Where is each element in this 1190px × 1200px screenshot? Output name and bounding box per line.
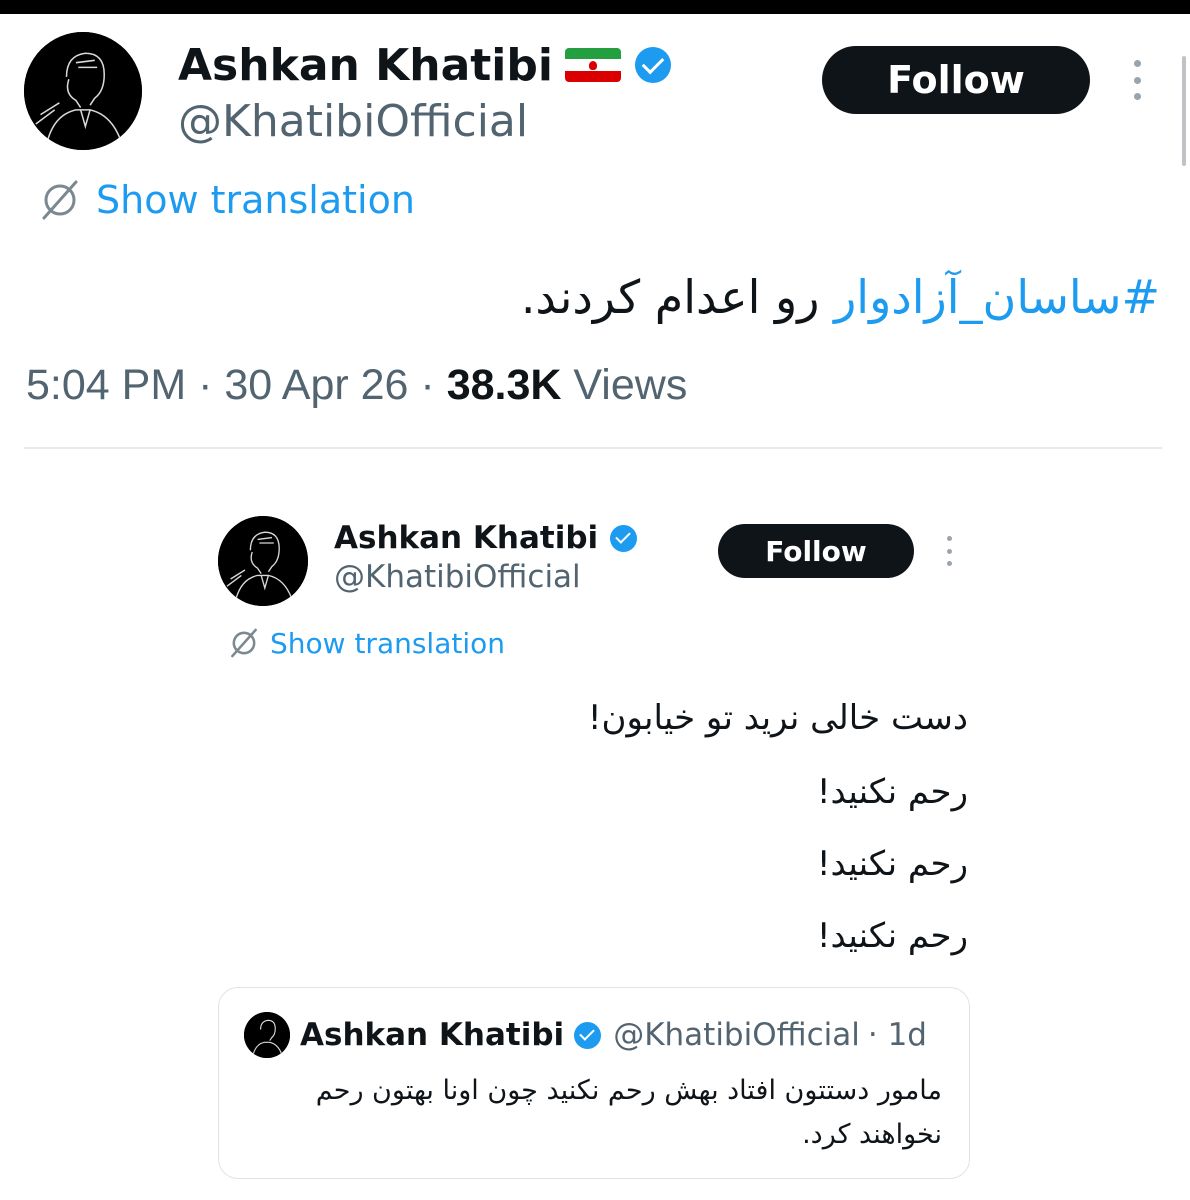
main-tweet-text-rest: رو اعدام کردند. <box>520 270 835 324</box>
translate-icon <box>42 180 78 220</box>
quoted-age: · 1d <box>867 1017 927 1053</box>
main-show-translation-label: Show translation <box>96 178 415 222</box>
embedded-handle[interactable]: @KhatibiOfficial <box>334 559 581 595</box>
main-show-translation-link[interactable]: Show translation <box>38 178 415 222</box>
quoted-text-line-1: مامور دستتون افتاد بهش رحم نکنید چون اون… <box>315 1075 942 1106</box>
embedded-follow-button[interactable]: Follow <box>718 524 914 578</box>
divider <box>24 447 1162 449</box>
quoted-header: Ashkan Khatibi @KhatibiOfficial · 1d <box>300 1014 927 1056</box>
meta-separator: · <box>420 361 435 409</box>
embedded-author-name-text: Ashkan Khatibi <box>334 520 599 556</box>
meta-separator: · <box>198 361 213 409</box>
main-handle[interactable]: @KhatibiOfficial <box>178 96 528 147</box>
main-author-name-text: Ashkan Khatibi <box>178 39 553 91</box>
main-author-name[interactable]: Ashkan Khatibi <box>178 39 671 91</box>
iran-flag-icon <box>564 48 621 82</box>
verified-badge-icon <box>574 1021 602 1049</box>
main-tweet-date[interactable]: 30 Apr 26 <box>224 361 408 409</box>
embedded-line-1: دست خالی نرید تو خیابون! <box>587 698 968 738</box>
translate-icon <box>231 628 257 658</box>
embedded-line-4: رحم نکنید! <box>816 916 968 956</box>
embedded-show-translation-link[interactable]: Show translation <box>228 626 505 660</box>
embedded-line-2: رحم نکنید! <box>816 772 968 812</box>
more-options-icon[interactable] <box>944 536 954 566</box>
main-hashtag-link[interactable]: #ساسان_آزادوار <box>834 270 1160 324</box>
quoted-author-name[interactable]: Ashkan Khatibi <box>300 1017 564 1053</box>
main-follow-button[interactable]: Follow <box>822 46 1090 114</box>
scroll-indicator[interactable] <box>1182 56 1186 166</box>
more-options-icon[interactable] <box>1130 60 1144 100</box>
embedded-show-translation-label: Show translation <box>270 626 506 660</box>
top-bar <box>0 0 1190 14</box>
main-tweet-time[interactable]: 5:04 PM <box>26 361 186 409</box>
main-tweet-views-label: Views <box>573 361 688 409</box>
quoted-handle[interactable]: @KhatibiOfficial <box>613 1017 860 1053</box>
quoted-avatar[interactable] <box>244 1012 290 1058</box>
avatar-icon <box>218 516 308 606</box>
avatar-icon <box>244 1012 290 1058</box>
main-tweet-meta: 5:04 PM · 30 Apr 26 · 38.3K Views <box>26 358 687 412</box>
embedded-avatar[interactable] <box>218 516 308 606</box>
embedded-author-name[interactable]: Ashkan Khatibi <box>334 518 638 558</box>
avatar-icon <box>24 32 142 150</box>
embedded-line-3: رحم نکنید! <box>816 844 968 884</box>
quoted-text-line-2: نخواهند کرد. <box>802 1119 942 1150</box>
main-tweet-text: #ساسان_آزادوار رو اعدام کردند. <box>521 264 1160 330</box>
main-tweet-views-count: 38.3K <box>446 361 562 409</box>
verified-badge-icon <box>610 524 638 552</box>
verified-badge-icon <box>634 47 671 83</box>
main-avatar[interactable] <box>24 32 142 150</box>
